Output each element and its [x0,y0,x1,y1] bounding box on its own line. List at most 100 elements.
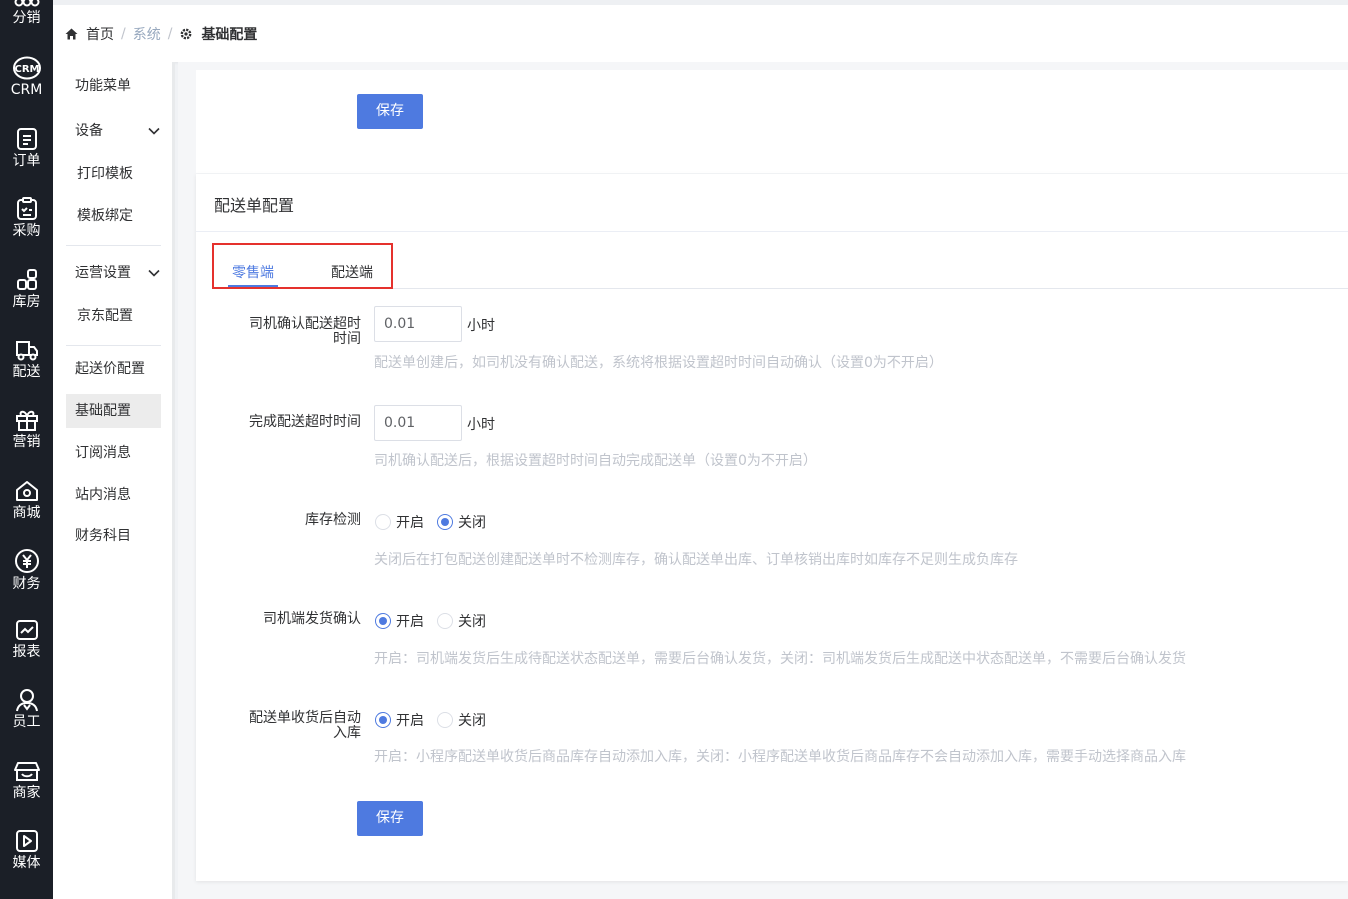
nav-crm-label: CRM [10,82,43,98]
nav-crm[interactable]: CRM CRM [0,56,53,98]
nav-order[interactable]: 订单 [0,127,53,169]
auto-stock-in-label: 配送单收货后自动 入库 [196,711,361,741]
menu-item-label: 模板绑定 [77,208,133,224]
crm-icon: CRM [12,56,41,80]
auto-stock-in-radio-off[interactable]: 关闭 [437,710,486,730]
radio-label: 开启 [396,614,424,630]
media-icon [15,830,38,852]
top-breadcrumb-bar: 首页 / 系统 / 基础配置 [53,0,1348,62]
nav-warehouse-label: 库房 [12,294,41,310]
menu-item-template-binding[interactable]: 模板绑定 [66,199,161,233]
driver-confirm-timeout-input[interactable]: 0.01 [374,306,462,342]
nav-staff[interactable]: 员工 [0,688,53,730]
menu-group-device[interactable]: 设备 [66,114,161,148]
nav-delivery[interactable]: 配送 [0,338,53,380]
radio-circle [437,712,453,728]
tab-retail[interactable]: 零售端 [232,262,274,282]
staff-icon [15,689,38,712]
nav-warehouse[interactable]: 库房 [0,268,53,310]
menu-item-print-template[interactable]: 打印模板 [66,157,161,191]
complete-timeout-hint: 司机确认配送后，根据设置超时时间自动完成配送单（设置0为不开启） [374,453,817,469]
nav-purchase-label: 采购 [12,223,41,239]
radio-label: 开启 [396,515,424,531]
radio-circle-checked [437,514,453,530]
radio-label: 开启 [396,713,424,729]
nav-report[interactable]: 报表 [0,618,53,660]
menu-item-jd-config[interactable]: 京东配置 [66,299,161,333]
nav-merchant-label: 商家 [12,785,41,801]
menu-item-label: 功能菜单 [75,78,131,94]
driver-ship-confirm-radio-off[interactable]: 关闭 [437,611,486,631]
delivery-order-config-card: 配送单配置 零售端 配送端 司机确认配送超时 时间 0.01 小时 配送单创建后… [196,174,1348,881]
menu-item-label: 运营设置 [75,265,131,281]
nav-distribution-label: 分销 [12,10,41,26]
menu-item-basic-config[interactable]: 基础配置 [66,394,161,428]
driver-ship-confirm-radio-on[interactable]: 开启 [375,611,424,631]
nav-report-label: 报表 [12,644,41,660]
nav-marketing[interactable]: 营销 [0,408,53,450]
mall-icon [15,481,38,501]
save-button-top[interactable]: 保存 [357,94,423,129]
radio-label: 关闭 [458,713,486,729]
auto-stock-in-hint: 开启：小程序配送单收货后商品库存自动添加入库，关闭：小程序配送单收货后商品库存不… [374,749,1186,765]
report-icon [15,620,38,640]
nav-purchase[interactable]: 采购 [0,197,53,239]
driver-confirm-label-line2: 时间 [333,331,361,347]
breadcrumb-current: 基础配置 [179,24,257,44]
nav-mall[interactable]: 商城 [0,479,53,521]
stock-check-radio-on[interactable]: 开启 [375,512,424,532]
nav-finance-label: 财务 [12,576,41,592]
complete-timeout-input[interactable]: 0.01 [374,405,462,441]
previous-section-footer: 保存 [196,70,1348,173]
menu-item-label: 订阅消息 [75,445,131,461]
driver-ship-confirm-label-wrap: 司机端发货确认 [196,612,361,627]
menu-divider [66,245,161,246]
stock-check-label: 库存检测 [305,512,361,528]
driver-confirm-unit: 小时 [467,318,495,334]
order-icon [16,128,37,150]
delivery-icon [15,341,38,361]
save-button-bottom[interactable]: 保存 [357,801,423,836]
radio-circle-checked [375,613,391,629]
nav-merchant[interactable]: 商家 [0,759,53,801]
purchase-icon [16,197,37,220]
warehouse-icon [16,269,37,290]
tab-delivery[interactable]: 配送端 [331,262,373,282]
breadcrumb: 首页 / 系统 / 基础配置 [65,5,257,62]
active-tab-indicator [228,285,278,287]
merchant-icon [13,762,40,781]
menu-item-site-message[interactable]: 站内消息 [66,478,161,512]
menu-item-min-delivery-price[interactable]: 起送价配置 [66,352,161,386]
complete-timeout-label-wrap: 完成配送超时时间 [196,415,361,430]
menu-item-finance-subject[interactable]: 财务科目 [66,519,161,553]
driver-ship-confirm-label: 司机端发货确认 [263,611,361,627]
radio-circle [375,514,391,530]
menu-item-function-menu[interactable]: 功能菜单 [66,69,161,103]
nav-order-label: 订单 [12,153,41,169]
main-content: 保存 配送单配置 零售端 配送端 司机确认配送超时 时间 0.01 小时 配送单… [178,62,1348,899]
menu-item-label: 京东配置 [77,308,133,324]
breadcrumb-section[interactable]: 系统 [133,24,161,44]
nav-finance[interactable]: 财务 [0,548,53,592]
radio-label: 关闭 [458,614,486,630]
secondary-menu: 功能菜单 设备 打印模板 模板绑定 运营设置 京东配置 起送价配置 基础配置 订… [53,62,175,899]
stock-check-radio-off[interactable]: 关闭 [437,512,486,532]
marketing-icon [15,410,38,431]
breadcrumb-home[interactable]: 首页 [65,24,114,44]
nav-distribution[interactable]: 分销 [0,0,53,26]
driver-confirm-hint: 配送单创建后，如司机没有确认配送，系统将根据设置超时时间自动确认（设置0为不开启… [374,355,943,371]
menu-item-subscription-message[interactable]: 订阅消息 [66,436,161,470]
breadcrumb-current-label: 基础配置 [201,26,258,43]
home-icon [65,28,78,39]
auto-stock-in-radio-on[interactable]: 开启 [375,710,424,730]
menu-group-operation-settings[interactable]: 运营设置 [66,256,161,290]
menu-item-label: 财务科目 [75,528,131,544]
complete-timeout-label: 完成配送超时时间 [249,414,361,430]
driver-confirm-label: 司机确认配送超时 时间 [196,317,361,347]
nav-mall-label: 商城 [12,505,41,521]
nav-media[interactable]: 媒体 [0,829,53,871]
finance-icon [14,549,39,573]
complete-timeout-unit: 小时 [467,417,495,433]
distribution-icon [14,0,39,7]
menu-item-label: 打印模板 [77,166,133,182]
